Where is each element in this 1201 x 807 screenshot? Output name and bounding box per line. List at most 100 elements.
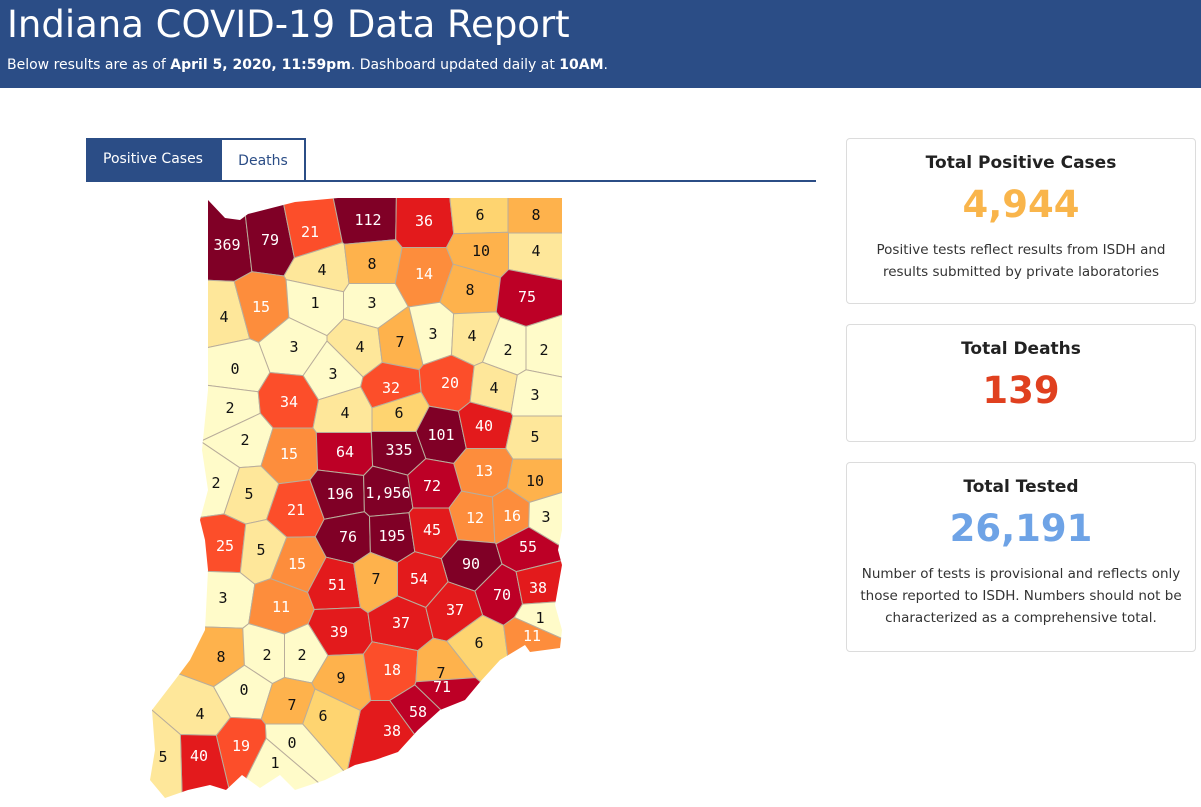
- county-label-owen: 15: [288, 555, 306, 573]
- total-tested-card: Total Tested 26,191 Number of tests is p…: [846, 462, 1196, 652]
- county-label-knox: 8: [216, 648, 225, 666]
- county-label-ohio: 1: [535, 609, 544, 627]
- county-label-elkhart: 36: [415, 212, 433, 230]
- county-label-wayne: 10: [526, 472, 544, 490]
- county-label-hendricks: 196: [326, 485, 353, 503]
- county-label-marion: 1,956: [365, 484, 410, 502]
- county-label-laporte: 21: [301, 223, 319, 241]
- county-label-sullivan: 3: [218, 589, 227, 607]
- county-jay[interactable]: [510, 369, 570, 417]
- county-label-st-joseph: 112: [354, 211, 381, 229]
- as-of-date: April 5, 2020, 11:59pm: [170, 57, 351, 73]
- county-label-bartholomew: 54: [410, 570, 428, 588]
- county-label-adams: 2: [539, 341, 548, 359]
- county-benton[interactable]: [130, 338, 271, 393]
- county-label-newton: 4: [219, 308, 228, 326]
- county-label-tipton: 6: [394, 404, 403, 422]
- county-label-clark: 71: [433, 678, 451, 696]
- county-label-vanderburgh: 40: [190, 747, 208, 765]
- county-label-dubois: 7: [287, 696, 296, 714]
- county-label-randolph: 5: [530, 428, 539, 446]
- county-label-vermillion: 2: [211, 474, 220, 492]
- card-note: Positive tests reflect results from ISDH…: [876, 242, 1166, 280]
- tab-deaths[interactable]: Deaths: [220, 138, 306, 180]
- county-label-wells: 2: [503, 341, 512, 359]
- county-label-clinton: 4: [340, 404, 349, 422]
- county-label-spencer: 1: [270, 754, 279, 772]
- county-label-union: 3: [541, 508, 550, 526]
- county-label-harrison: 38: [383, 722, 401, 740]
- county-label-madison: 101: [427, 426, 454, 444]
- county-label-benton: 0: [230, 360, 239, 378]
- county-label-grant: 20: [441, 374, 459, 392]
- county-label-fulton: 3: [367, 294, 376, 312]
- county-label-marshall: 8: [367, 255, 376, 273]
- county-label-kosciusko: 14: [415, 265, 433, 283]
- county-label-warrick: 19: [232, 737, 250, 755]
- county-label-pike: 0: [239, 681, 248, 699]
- county-label-posey: 5: [158, 748, 167, 766]
- total-deaths-card: Total Deaths 139: [846, 324, 1196, 442]
- county-label-lawrence: 39: [330, 623, 348, 641]
- total-tested-value: 26,191: [949, 507, 1093, 550]
- county-label-crawford: 6: [318, 707, 327, 725]
- county-clark[interactable]: [414, 677, 567, 803]
- county-label-noble: 10: [472, 242, 490, 260]
- county-label-decatur: 90: [462, 555, 480, 573]
- county-label-huntington: 4: [467, 327, 476, 345]
- card-note: Number of tests is provisional and refle…: [860, 566, 1182, 626]
- county-sullivan[interactable]: [130, 567, 256, 629]
- update-info: Below results are as of April 5, 2020, 1…: [7, 57, 608, 73]
- county-label-boone: 64: [336, 443, 354, 461]
- county-label-franklin: 55: [519, 538, 537, 556]
- county-label-allen: 75: [518, 288, 536, 306]
- county-label-fountain: 2: [240, 431, 249, 449]
- county-label-fayette: 16: [503, 507, 521, 525]
- county-label-dekalb: 4: [531, 242, 540, 260]
- county-label-carroll: 3: [328, 365, 337, 383]
- county-label-henry: 13: [475, 462, 493, 480]
- total-positive-cases-value: 4,944: [962, 183, 1080, 226]
- county-label-white: 3: [289, 338, 298, 356]
- page-header: Indiana COVID-19 Data Report Below resul…: [0, 0, 1201, 88]
- card-title: Total Tested: [963, 477, 1079, 497]
- county-label-wabash: 3: [428, 325, 437, 343]
- county-label-parke: 5: [244, 485, 253, 503]
- county-label-hancock: 72: [423, 477, 441, 495]
- county-label-putnam: 21: [287, 501, 305, 519]
- card-title: Total Deaths: [961, 339, 1081, 359]
- county-label-clay: 5: [256, 541, 265, 559]
- county-label-johnson: 195: [378, 527, 405, 545]
- county-label-jefferson: 6: [474, 634, 483, 652]
- county-label-delaware: 40: [475, 417, 493, 435]
- county-label-whitley: 8: [465, 281, 474, 299]
- county-label-miami: 7: [395, 333, 404, 351]
- county-label-washington: 18: [383, 661, 401, 679]
- tab-positive-cases[interactable]: Positive Cases: [86, 138, 220, 180]
- county-label-rush: 12: [466, 509, 484, 527]
- county-label-perry: 0: [287, 734, 296, 752]
- county-switzerland[interactable]: [503, 616, 570, 803]
- county-label-daviess: 2: [262, 646, 271, 664]
- page-title: Indiana COVID-19 Data Report: [7, 3, 570, 46]
- county-label-orange: 9: [336, 669, 345, 687]
- county-label-cass: 4: [355, 338, 364, 356]
- county-label-montgomery: 15: [280, 445, 298, 463]
- county-label-gibson: 4: [195, 705, 204, 723]
- county-label-martin: 2: [297, 646, 306, 664]
- county-label-pulaski: 1: [310, 294, 319, 312]
- county-label-switzerland: 11: [523, 627, 541, 645]
- county-label-jasper: 15: [252, 298, 270, 316]
- total-positive-cases-card: Total Positive Cases 4,944 Positive test…: [846, 138, 1196, 304]
- county-label-jennings: 37: [446, 601, 464, 619]
- county-label-vigo: 25: [216, 537, 234, 555]
- county-label-hamilton: 335: [385, 441, 412, 459]
- county-label-porter: 79: [261, 231, 279, 249]
- card-title: Total Positive Cases: [925, 153, 1117, 173]
- county-label-greene: 11: [272, 598, 290, 616]
- county-label-shelby: 45: [423, 521, 441, 539]
- county-label-jay: 3: [530, 386, 539, 404]
- county-label-starke: 4: [317, 261, 326, 279]
- county-label-morgan: 76: [339, 528, 357, 546]
- indiana-county-map: 369 79 21 112 36 6 8 4 8 14 10 4 4 15 1 3 8 75 3 4 7 3 4 2 2 0 3 32…: [130, 190, 570, 803]
